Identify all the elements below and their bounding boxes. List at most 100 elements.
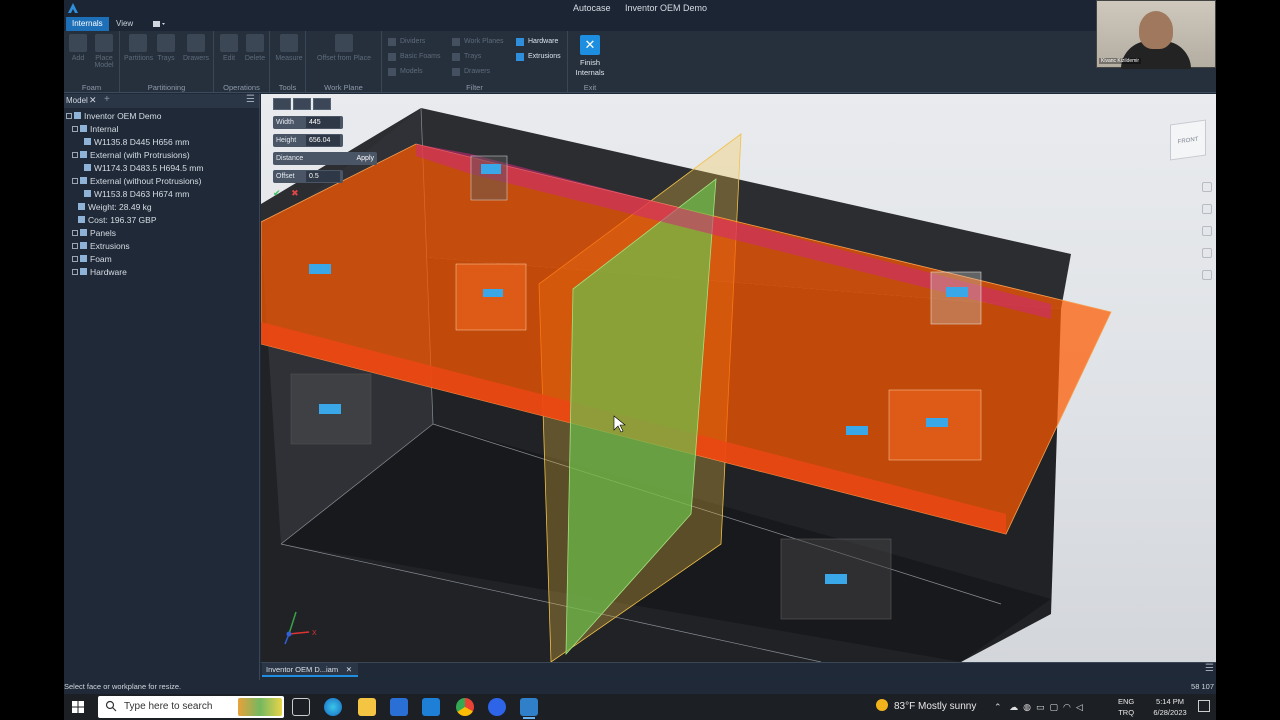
document-tab[interactable]: Inventor OEM D...iam ✕	[262, 663, 358, 677]
apply-button[interactable]: Apply	[356, 155, 374, 162]
zoom-app-icon[interactable]	[488, 698, 506, 716]
close-icon[interactable]: ✕	[89, 95, 97, 106]
place-model-button[interactable]: Place Model	[92, 34, 116, 69]
partitions-button[interactable]: Partitions	[124, 34, 153, 62]
hardware-latch[interactable]	[930, 271, 982, 325]
chevron-up-icon[interactable]: ⌃	[994, 702, 1002, 712]
case-model-canvas[interactable]: X	[261, 94, 1216, 662]
tree-node-cost[interactable]: Cost: 196.37 GBP	[78, 214, 157, 226]
measure-button[interactable]: Measure	[274, 34, 304, 62]
filter-work-planes[interactable]: Work Planes	[452, 36, 504, 48]
expand-icon[interactable]	[66, 113, 72, 119]
edit-button[interactable]: Edit	[217, 34, 241, 62]
chrome-icon[interactable]	[456, 698, 474, 716]
document-tab-label: Inventor OEM D...iam	[266, 665, 339, 674]
zoom-icon[interactable]	[1202, 226, 1212, 236]
tab-internals[interactable]: Internals	[66, 17, 109, 31]
select-face-icon[interactable]	[293, 98, 311, 110]
tree-node-root[interactable]: Inventor OEM Demo	[66, 110, 161, 122]
trays-button[interactable]: Trays	[154, 34, 178, 62]
expand-icon[interactable]	[72, 230, 78, 236]
add-tab-icon[interactable]: +	[104, 94, 110, 105]
cancel-x-icon[interactable]: ✖	[291, 188, 299, 198]
filter-trays[interactable]: Trays	[452, 51, 481, 63]
offset-input[interactable]: 0.5	[306, 171, 340, 182]
foam-icon	[80, 255, 87, 262]
tree-node-weight[interactable]: Weight: 28.49 kg	[78, 201, 152, 213]
filter-extrusions[interactable]: Extrusions	[516, 51, 561, 63]
hardware-latch[interactable]	[455, 263, 527, 331]
menu-icon[interactable]: ☰	[246, 94, 255, 105]
tree-node-external-with[interactable]: External (with Protrusions)	[72, 149, 190, 161]
wifi-icon[interactable]: ◠	[1063, 702, 1071, 712]
volume-icon[interactable]: ◁	[1076, 702, 1083, 712]
viewcube[interactable]: FRONT	[1170, 119, 1206, 161]
notification-icon[interactable]	[1198, 700, 1210, 712]
weather-widget[interactable]: 83°F Mostly sunny	[876, 694, 976, 720]
look-at-icon[interactable]	[1202, 270, 1212, 280]
tree-node-internal-dims[interactable]: W1135.8 D445 H656 mm	[84, 136, 189, 148]
language-indicator[interactable]: ENG TRQ	[1118, 696, 1134, 718]
expand-icon[interactable]	[72, 243, 78, 249]
camera-dropdown-icon[interactable]	[152, 19, 166, 29]
tree-node-panels[interactable]: Panels	[72, 227, 116, 239]
tree-node-external-without[interactable]: External (without Protrusions)	[72, 175, 202, 187]
display-icon[interactable]: ▢	[1049, 702, 1058, 712]
tree-node-external-with-dims[interactable]: W1174.3 D483.5 H694.5 mm	[84, 162, 203, 174]
3d-viewport[interactable]: X Width 445 Height 656.04 Distance Apply Of…	[261, 94, 1216, 662]
finish-internals-button[interactable]: ✕ Finish Internals	[570, 35, 610, 78]
filter-basic-foams[interactable]: Basic Foams	[388, 51, 440, 63]
microsoft-store-icon[interactable]	[390, 698, 408, 716]
pan-icon[interactable]	[1202, 204, 1212, 214]
hardware-latch[interactable]	[290, 373, 372, 445]
browser-tab-model[interactable]: Model	[66, 96, 88, 105]
expand-icon[interactable]	[72, 152, 78, 158]
tree-node-hardware[interactable]: Hardware	[72, 266, 127, 278]
filter-dividers[interactable]: Dividers	[388, 36, 425, 48]
network-icon[interactable]: ◍	[1023, 702, 1031, 712]
expand-icon[interactable]	[72, 126, 78, 132]
autocase-taskbar-icon[interactable]	[520, 698, 538, 719]
height-input[interactable]: 656.04	[306, 135, 340, 146]
steering-wheel-icon[interactable]	[1202, 182, 1212, 192]
drawers-button[interactable]: Drawers	[182, 34, 210, 62]
clock[interactable]: 5:14 PM 6/28/2023	[1150, 696, 1190, 718]
file-explorer-icon[interactable]	[358, 698, 376, 716]
close-icon[interactable]: ✕	[346, 663, 352, 677]
navigation-bar	[1202, 182, 1212, 292]
expand-icon[interactable]	[72, 178, 78, 184]
tab-view[interactable]: View	[110, 17, 139, 31]
hardware-latch[interactable]	[309, 264, 331, 274]
document-tabs: Inventor OEM D...iam ✕ ☰	[261, 662, 1216, 677]
tree-node-external-without-dims[interactable]: W1153.8 D463 H674 mm	[84, 188, 189, 200]
hardware-latch[interactable]	[846, 426, 868, 435]
orbit-icon[interactable]	[1202, 248, 1212, 258]
select-mode-icon[interactable]	[273, 98, 291, 110]
windows-start-icon[interactable]	[72, 701, 84, 713]
tree-node-internal[interactable]: Internal	[72, 123, 118, 135]
offset-from-place-button[interactable]: Offset from Place	[312, 34, 376, 62]
delete-button[interactable]: Delete	[243, 34, 267, 62]
hardware-latch[interactable]	[470, 155, 508, 201]
filter-hardware[interactable]: Hardware	[516, 36, 558, 48]
tree-node-extrusions[interactable]: Extrusions	[72, 240, 130, 252]
cloud-icon[interactable]: ☁	[1009, 702, 1018, 712]
width-input[interactable]: 445	[306, 117, 340, 128]
hardware-latch[interactable]	[888, 389, 982, 461]
expand-icon[interactable]	[72, 269, 78, 275]
mail-icon[interactable]	[422, 698, 440, 716]
expand-icon[interactable]	[72, 256, 78, 262]
add-button[interactable]: Add	[66, 34, 90, 62]
filter-drawers[interactable]: Drawers	[452, 66, 490, 78]
ok-check-icon[interactable]: ✔	[273, 188, 281, 198]
task-view-icon[interactable]	[292, 698, 310, 716]
viewcube-front-label[interactable]: FRONT	[1178, 137, 1199, 146]
select-plane-icon[interactable]	[313, 98, 331, 110]
taskbar-search-box[interactable]: Type here to search	[98, 696, 284, 718]
filter-models[interactable]: Models	[388, 66, 423, 78]
tree-node-foam[interactable]: Foam	[72, 253, 112, 265]
hardware-latch[interactable]	[780, 538, 892, 620]
edge-browser-icon[interactable]	[324, 698, 342, 716]
battery-icon[interactable]: ▭	[1036, 702, 1045, 712]
menu-icon[interactable]: ☰	[1205, 663, 1214, 674]
